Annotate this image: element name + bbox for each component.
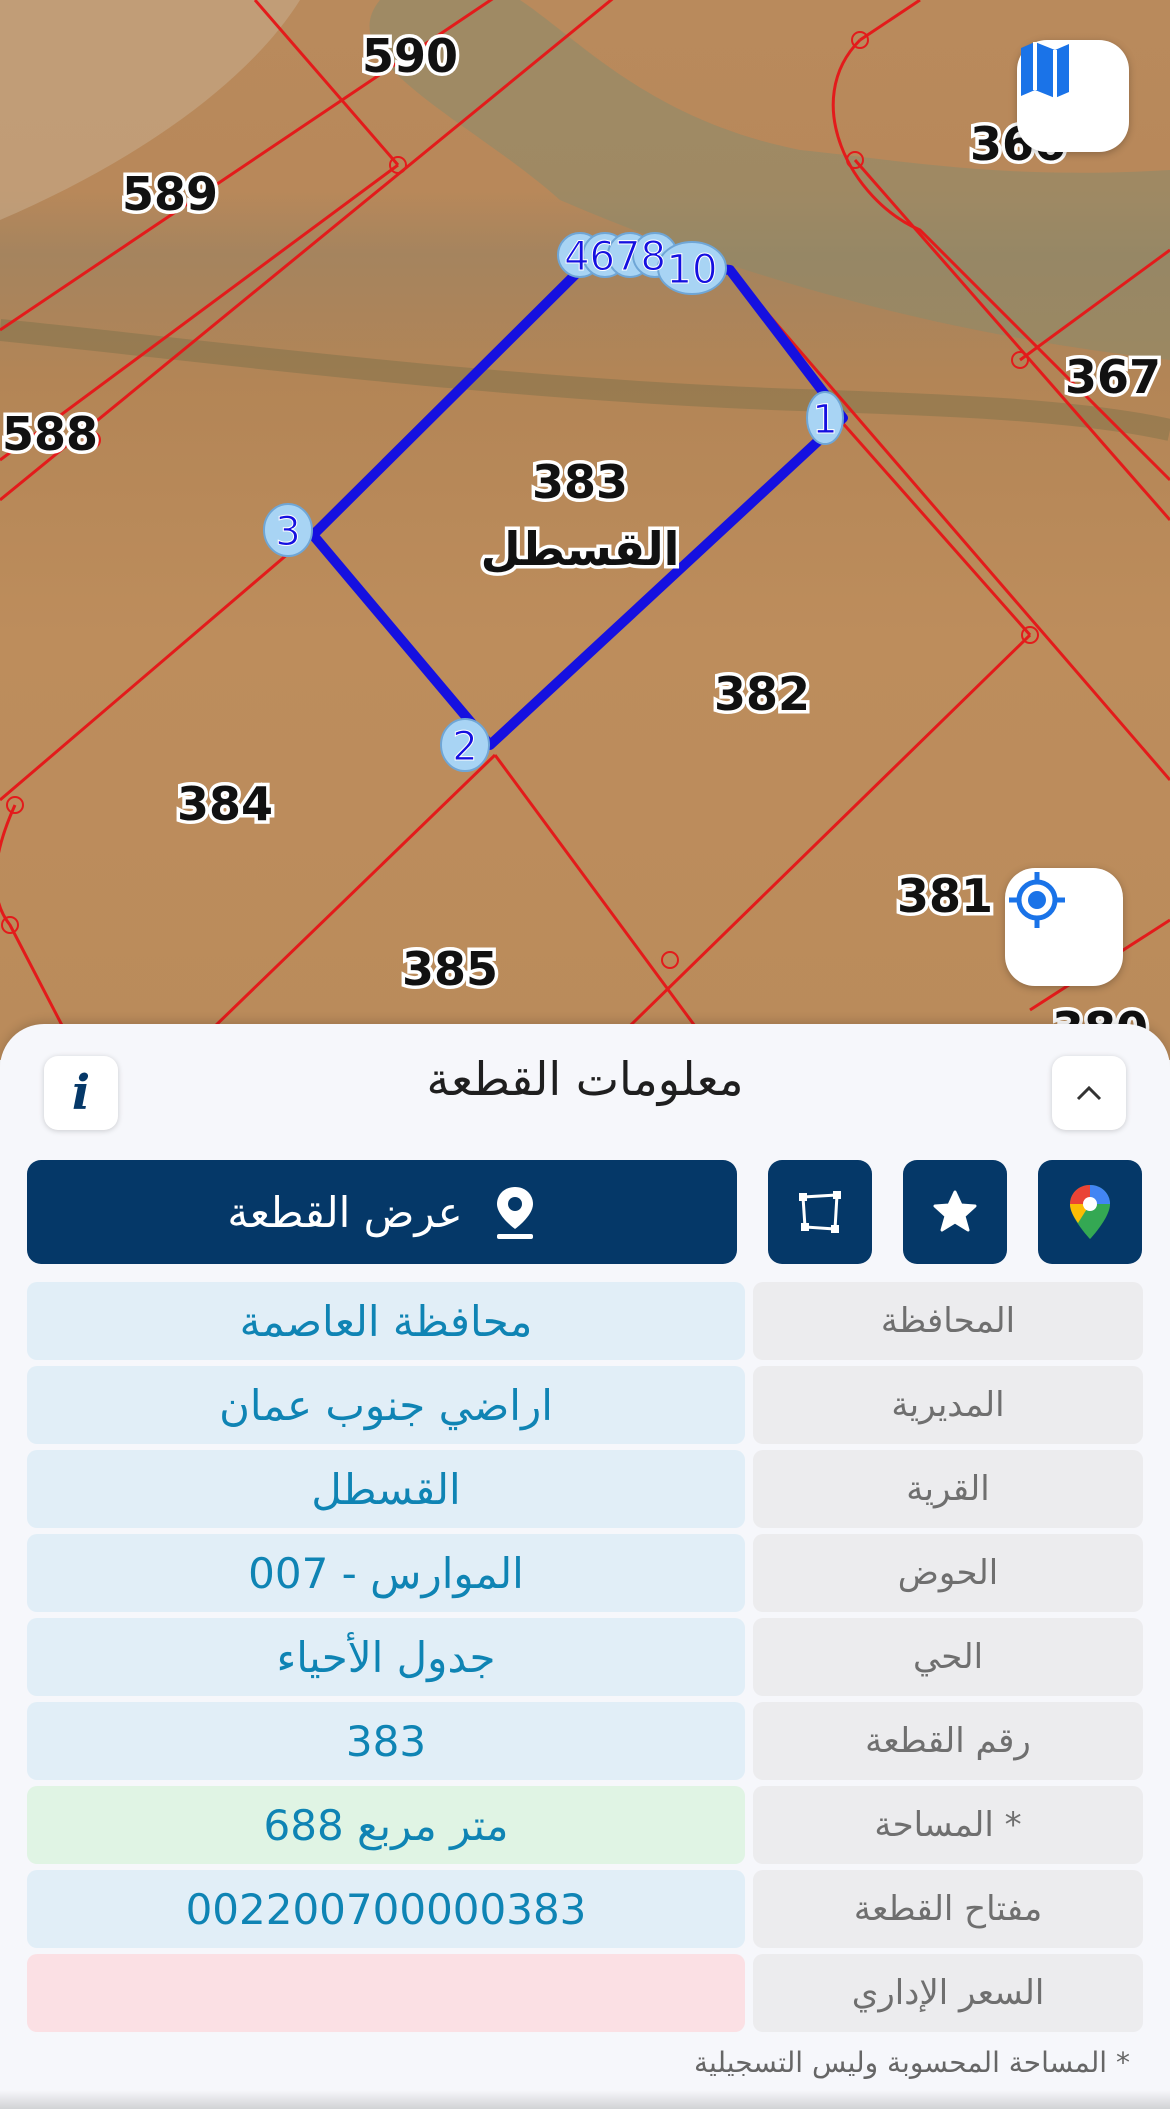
vertex-label-2: 2: [452, 724, 477, 770]
table-row-basin: الموارس - 007 الحوض: [27, 1534, 1143, 1612]
value-district: جدول الأحياء: [27, 1618, 745, 1696]
google-maps-button[interactable]: [1038, 1160, 1142, 1264]
locate-icon: [1009, 872, 1065, 928]
table-row-admin-price: السعر الإداري: [27, 1954, 1143, 2032]
chevron-up-icon: [1076, 1085, 1102, 1101]
google-maps-icon: [1070, 1185, 1110, 1239]
table-row-parcel-key: 002200700000383 مفتاح القطعة: [27, 1870, 1143, 1948]
table-row-village: القسطل القرية: [27, 1450, 1143, 1528]
label-district: الحي: [753, 1618, 1143, 1696]
selected-parcel-village: القسطل: [481, 522, 680, 576]
my-location-button[interactable]: [1005, 868, 1123, 986]
parcel-label-367: 367: [1065, 350, 1161, 404]
collapse-button[interactable]: [1052, 1056, 1126, 1130]
action-row: عرض القطعة: [0, 1160, 1170, 1264]
parcel-label-589: 589: [122, 167, 218, 221]
star-icon: [933, 1190, 977, 1232]
label-directorate: المديرية: [753, 1366, 1143, 1444]
label-parcel-key: مفتاح القطعة: [753, 1870, 1143, 1948]
sheet-title: معلومات القطعة: [426, 1052, 744, 1106]
parcel-info-sheet: i معلومات القطعة عرض القطعة محافظة العاص…: [0, 1024, 1170, 2109]
value-area: 688 متر مربع: [27, 1786, 745, 1864]
value-basin: الموارس - 007: [27, 1534, 745, 1612]
label-admin-price: السعر الإداري: [753, 1954, 1143, 2032]
table-row-district: جدول الأحياء الحي: [27, 1618, 1143, 1696]
selected-parcel-number: 383: [532, 455, 628, 509]
table-row-area: 688 متر مربع المساحة *: [27, 1786, 1143, 1864]
parcel-label-382: 382: [714, 667, 810, 721]
value-governorate: محافظة العاصمة: [27, 1282, 745, 1360]
parcel-label-385: 385: [402, 942, 498, 996]
parcel-label-381: 381: [897, 869, 993, 923]
table-row-governorate: محافظة العاصمة المحافظة: [27, 1282, 1143, 1360]
vertex-label-10: 10: [667, 247, 718, 293]
favorite-button[interactable]: [903, 1160, 1007, 1264]
table-row-directorate: اراضي جنوب عمان المديرية: [27, 1366, 1143, 1444]
value-parcel-key: 002200700000383: [27, 1870, 745, 1948]
show-parcel-button[interactable]: عرض القطعة: [27, 1160, 737, 1264]
vertex-label-1: 1: [812, 397, 837, 443]
area-footnote: * المساحة المحسوبة وليس التسجيلية: [694, 2046, 1130, 2079]
label-village: القرية: [753, 1450, 1143, 1528]
value-parcel-number: 383: [27, 1702, 745, 1780]
parcel-label-384: 384: [177, 777, 273, 831]
draw-polygon-button[interactable]: [768, 1160, 872, 1264]
value-admin-price: [27, 1954, 745, 2032]
vertex-label-4678: 4678: [564, 234, 666, 280]
parcel-label-588: 588: [2, 407, 98, 461]
location-pin-icon: [496, 1187, 533, 1239]
show-parcel-label: عرض القطعة: [227, 1187, 463, 1237]
value-village: القسطل: [27, 1450, 745, 1528]
map-canvas: 4678 10 1 2 3 590 589 588 366 367 383 ال…: [0, 0, 1170, 1060]
map-icon: [1021, 42, 1069, 98]
parcel-label-590: 590: [362, 29, 458, 83]
table-row-parcel-number: 383 رقم القطعة: [27, 1702, 1143, 1780]
label-basin: الحوض: [753, 1534, 1143, 1612]
vertex-label-3: 3: [275, 509, 300, 555]
map-layers-button[interactable]: [1017, 40, 1129, 152]
parcel-info-table: محافظة العاصمة المحافظة اراضي جنوب عمان …: [27, 1282, 1143, 2038]
polygon-icon: [799, 1191, 841, 1233]
value-directorate: اراضي جنوب عمان: [27, 1366, 745, 1444]
label-parcel-number: رقم القطعة: [753, 1702, 1143, 1780]
map-view[interactable]: 4678 10 1 2 3 590 589 588 366 367 383 ال…: [0, 0, 1170, 1060]
bottom-shade: [0, 2090, 1170, 2109]
label-area: المساحة *: [753, 1786, 1143, 1864]
label-governorate: المحافظة: [753, 1282, 1143, 1360]
